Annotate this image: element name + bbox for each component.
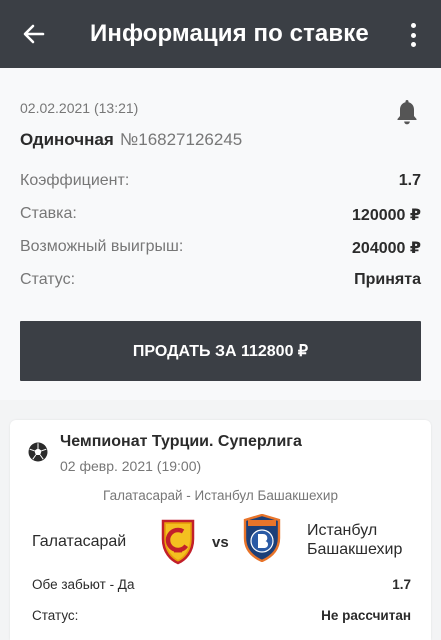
away-team-line2: Башакшехир [307,541,403,558]
status-label: Статус: [20,271,76,288]
coefficient-label: Коэффициент: [20,172,130,189]
galatasaray-logo [161,519,195,565]
top-bar: Информация по ставке [0,0,441,68]
bell-icon[interactable] [395,98,419,126]
coefficient-row: Коэффициент: 1.7 [20,172,421,194]
versus-label: vs [212,534,229,551]
stake-value: 120000 ₽ [352,207,421,224]
more-vertical-icon [410,23,416,28]
more-menu-button[interactable] [403,20,423,50]
match-title: Галатасарай - Истанбул Башакшехир [103,488,338,503]
possible-win-label: Возможный выигрыш: [20,238,184,255]
outcome-odds: 1.7 [392,577,411,592]
arrow-left-icon [23,24,45,44]
possible-win-row: Возможный выигрыш: 204000 ₽ [20,238,421,260]
page-title: Информация по ставке [90,20,369,47]
bet-info-panel: 02.02.2021 (13:21) Одиночная №1682712624… [0,68,441,400]
event-status-label: Статус: [32,608,79,623]
event-date: 02 февр. 2021 (19:00) [60,458,202,474]
home-team-name: Галатасарай [32,533,127,550]
football-icon [28,442,48,462]
stake-label: Ставка: [20,205,77,222]
away-team-line1: Истанбул [307,522,378,539]
back-button[interactable] [18,18,50,50]
sell-bet-button[interactable]: ПРОДАТЬ ЗА 112800 ₽ [20,321,421,381]
bet-outcome: Обе забьют - Да [32,577,135,592]
stake-row: Ставка: 120000 ₽ [20,205,421,227]
bet-type: Одиночная [20,130,114,149]
event-status-value: Не рассчитан [321,608,411,623]
coefficient-value: 1.7 [398,172,421,189]
bet-number: №16827126245 [120,130,243,149]
event-card: Чемпионат Турции. Суперлига 02 февр. 202… [10,420,431,640]
basaksehir-logo [243,514,281,562]
possible-win-value: 204000 ₽ [352,240,421,257]
bet-datetime: 02.02.2021 (13:21) [20,100,139,116]
status-value: Принята [354,271,421,288]
status-row: Статус: Принята [20,271,421,293]
league-name: Чемпионат Турции. Суперлига [60,433,302,450]
away-team-name: Истанбул Башакшехир [307,521,402,559]
